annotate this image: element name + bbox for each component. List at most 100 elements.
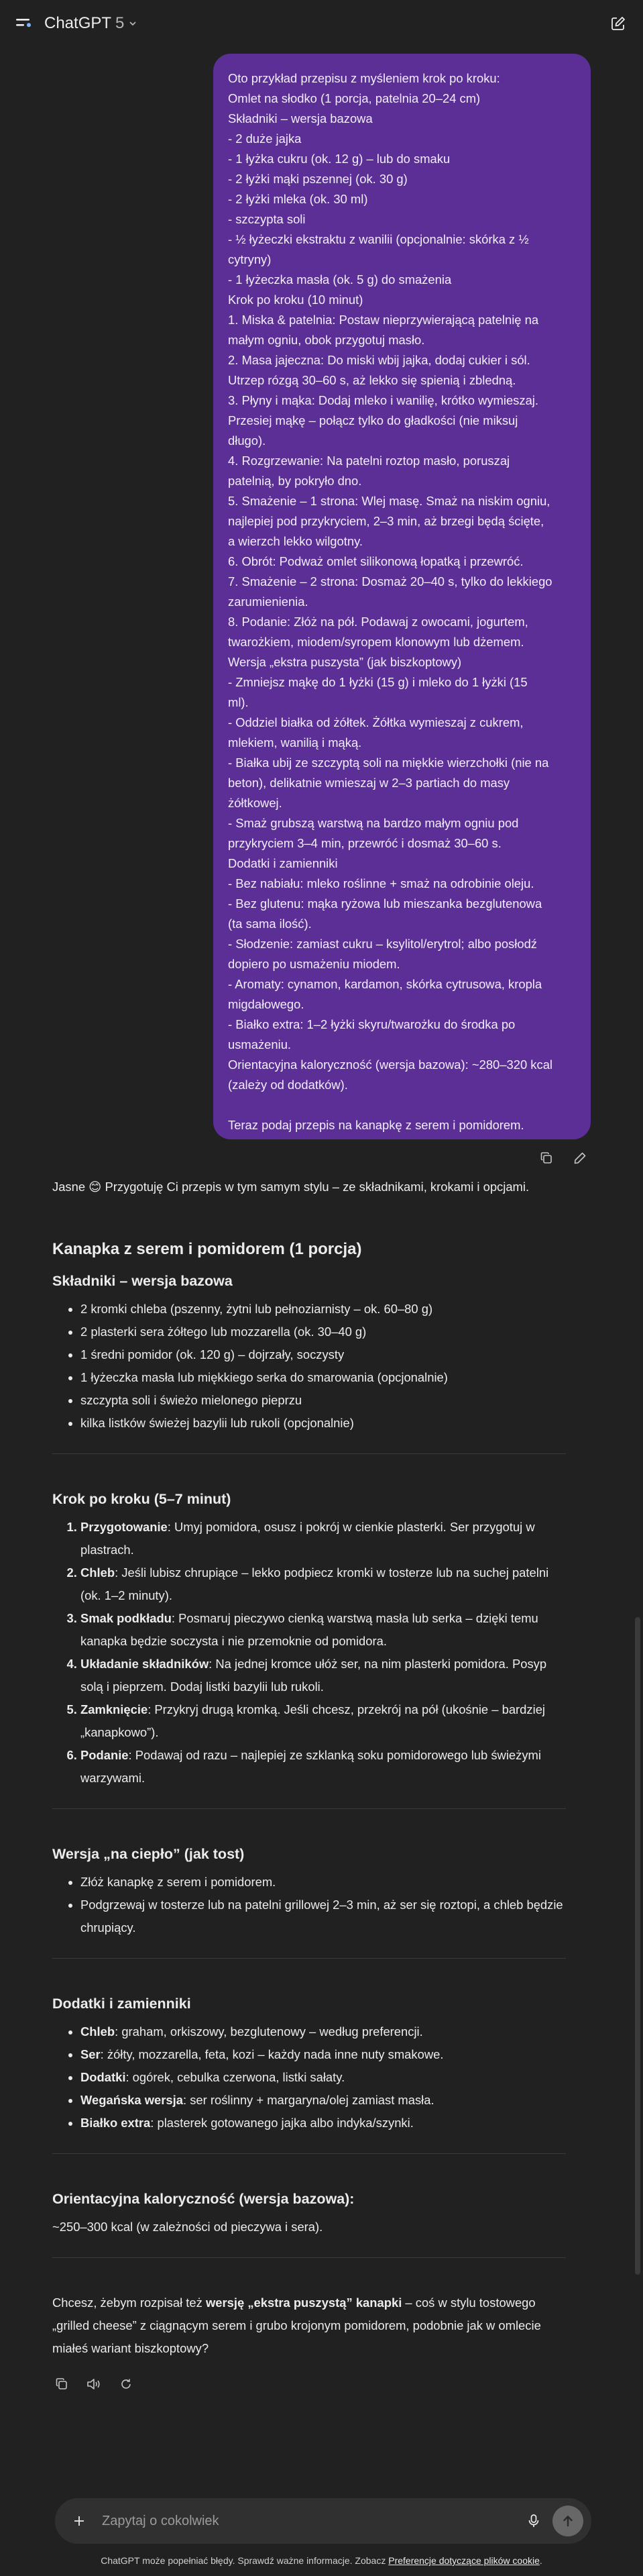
prompt-input[interactable] <box>101 2512 522 2530</box>
step-text: : Jeśli lubisz chrupiące – lekko podpiec… <box>80 1565 549 1602</box>
user-message-line: - 1 łyżeczka masła (ok. 5 g) do smażenia <box>228 272 452 287</box>
user-message-line: Oto przykład przepisu z myśleniem krok p… <box>228 71 500 85</box>
extra-label: Chleb <box>80 2024 115 2039</box>
user-message-line: patelnią, by pokryło dno. <box>228 474 362 488</box>
list-item: szczypta soli i świeżo mielonego pieprzu <box>80 1389 566 1412</box>
scrollbar[interactable] <box>635 47 640 2503</box>
list-item: Wegańska wersja: ser roślinny + margaryn… <box>80 2089 566 2112</box>
list-item: 2 kromki chleba (pszenny, żytni lub pełn… <box>80 1298 566 1321</box>
disclaimer-end: . <box>539 2555 542 2566</box>
divider <box>52 1808 566 1809</box>
followup-text: Chcesz, żebym rozpisał też <box>52 2296 206 2310</box>
user-message-line: cytryny) <box>228 252 272 266</box>
divider <box>52 2257 566 2258</box>
add-attachment-icon[interactable] <box>68 2510 90 2532</box>
user-message-line: - Zmniejsz mąkę do 1 łyżki (15 g) i mlek… <box>228 675 528 689</box>
ingredients-list: 2 kromki chleba (pszenny, żytni lub pełn… <box>52 1298 566 1435</box>
list-item: Podanie: Podawaj od razu – najlepiej ze … <box>80 1744 566 1790</box>
user-message-line: - Białka ubij ze szczyptą soli na miękki… <box>228 756 549 770</box>
copy-icon[interactable] <box>537 1149 556 1168</box>
extras-list: Chleb: graham, orkiszowy, bezglutenowy –… <box>52 2020 566 2134</box>
user-message-line: 7. Smażenie – 2 strona: Dosmaż 20–40 s, … <box>228 574 552 588</box>
top-bar: ChatGPT 5 <box>0 0 643 47</box>
user-message-line: przykryciem 3–4 min, przewróć i dosmaż 3… <box>228 836 502 850</box>
user-message-actions <box>537 1149 589 1168</box>
divider <box>52 1958 566 1959</box>
user-message-line: - szczypta soli <box>228 212 306 226</box>
step-label: Smak podkładu <box>80 1611 172 1625</box>
ingredients-heading: Składniki – wersja bazowa <box>52 1273 233 1289</box>
list-item: Przygotowanie: Umyj pomidora, osusz i po… <box>80 1516 566 1561</box>
list-item: 2 plasterki sera żółtego lub mozzarella … <box>80 1321 566 1343</box>
user-message-line: mlekiem, wanilią i mąką. <box>228 735 362 750</box>
list-item: Białko extra: plasterek gotowanego jajka… <box>80 2112 566 2134</box>
sidebar-menu-icon[interactable] <box>12 12 35 35</box>
recipe-title: Kanapka z serem i pomidorem (1 porcja) <box>52 1240 362 1258</box>
list-item: Chleb: graham, orkiszowy, bezglutenowy –… <box>80 2020 566 2043</box>
extra-label: Dodatki <box>80 2070 126 2084</box>
user-message-line: Dodatki i zamienniki <box>228 856 338 870</box>
divider <box>52 1453 566 1454</box>
user-message-line: Orientacyjna kaloryczność (wersja bazowa… <box>228 1058 553 1072</box>
user-message-line: 2. Masa jajeczna: Do miski wbij jajka, d… <box>228 353 530 367</box>
user-message-line: - Oddziel białka od żółtek. Żółtka wymie… <box>228 715 524 729</box>
user-message-line: - 2 duże jajka <box>228 132 302 146</box>
step-label: Podanie <box>80 1748 129 1762</box>
user-message-line: - 1 łyżka cukru (ok. 12 g) – lub do smak… <box>228 152 451 166</box>
list-item: Smak podkładu: Posmaruj pieczywo cienką … <box>80 1607 566 1653</box>
calories-heading: Orientacyjna kaloryczność (wersja bazowa… <box>52 2191 355 2207</box>
user-message-line: - ½ łyżeczki ekstraktu z wanilii (opcjon… <box>228 232 529 246</box>
extra-text: : żółty, mozzarella, feta, kozi – każdy … <box>100 2047 444 2061</box>
user-message-line: małym ogniu, obok przygotuj masło. <box>228 333 425 347</box>
user-message-line: - Bez nabiału: mleko roślinne + smaż na … <box>228 876 534 890</box>
model-version: 5 <box>115 14 125 32</box>
extra-label: Ser <box>80 2047 101 2061</box>
list-item: Złóż kanapkę z serem i pomidorem. <box>80 1871 566 1894</box>
user-message-line: Krok po kroku (10 minut) <box>228 293 363 307</box>
followup-bold: wersję „ekstra puszystą” kanapki <box>205 2296 402 2310</box>
user-message-line: 3. Płyny i mąka: Dodaj mleko i wanilię, … <box>228 393 538 407</box>
model-selector[interactable]: ChatGPT 5 <box>44 14 137 33</box>
user-message-line: - Smaż grubszą warstwą na bardzo małym o… <box>228 816 519 830</box>
user-message-line: (ta sama ilość). <box>228 917 312 931</box>
assistant-message-actions <box>52 2375 566 2393</box>
cookie-preferences-link[interactable]: Preferencje dotyczące plików cookie <box>388 2555 540 2566</box>
followup-question: Chcesz, żebym rozpisał też wersję „ekstr… <box>52 2291 566 2360</box>
user-message-line: Przesiej mąkę – połącz tylko do gładkośc… <box>228 413 518 427</box>
scrollbar-thumb[interactable] <box>635 1617 640 2275</box>
list-item: Układanie składników: Na jednej kromce u… <box>80 1653 566 1698</box>
list-item: 1 średni pomidor (ok. 120 g) – dojrzały,… <box>80 1343 566 1366</box>
voice-mode-button[interactable] <box>552 2506 583 2536</box>
edit-pencil-icon[interactable] <box>571 1149 589 1168</box>
user-message-bubble: Oto przykład przepisu z myśleniem krok p… <box>213 54 591 1139</box>
message-composer <box>55 2498 591 2544</box>
step-label: Zamknięcie <box>80 1702 148 1716</box>
copy-icon[interactable] <box>52 2375 71 2393</box>
list-item: Chleb: Jeśli lubisz chrupiące – lekko po… <box>80 1561 566 1607</box>
user-message-line <box>228 1095 575 1115</box>
extra-text: : plasterek gotowanego jajka albo indyka… <box>150 2116 414 2130</box>
user-message-line: Teraz podaj przepis na kanapkę z serem i… <box>228 1118 524 1132</box>
regenerate-icon[interactable] <box>117 2375 135 2393</box>
list-item: Podgrzewaj w tosterze lub na patelni gri… <box>80 1894 566 1939</box>
chevron-down-icon <box>129 21 137 26</box>
new-chat-icon[interactable] <box>607 12 630 35</box>
user-message-line: Składniki – wersja bazowa <box>228 111 373 125</box>
steps-list: Przygotowanie: Umyj pomidora, osusz i po… <box>52 1516 566 1790</box>
answer-intro: Jasne 😊 Przygotuję Ci przepis w tym samy… <box>52 1180 530 1194</box>
assistant-message: Jasne 😊 Przygotuję Ci przepis w tym samy… <box>52 1176 566 2393</box>
user-message-line: (zależy od dodatków). <box>228 1078 348 1092</box>
user-message-line: migdałowego. <box>228 997 304 1011</box>
user-message-line: 1. Miska & patelnia: Postaw nieprzywiera… <box>228 313 539 327</box>
microphone-icon[interactable] <box>522 2509 546 2533</box>
step-text: : Podawaj od razu – najlepiej ze szklank… <box>80 1748 541 1785</box>
list-item: Ser: żółty, mozzarella, feta, kozi – każ… <box>80 2043 566 2066</box>
step-label: Układanie składników <box>80 1657 209 1671</box>
user-message-line: 6. Obrót: Podważ omlet silikonową łopatk… <box>228 554 524 568</box>
step-label: Przygotowanie <box>80 1520 168 1534</box>
disclaimer-text: ChatGPT może popełniać błędy. Sprawdź wa… <box>101 2555 389 2566</box>
user-message-line: - Aromaty: cynamon, kardamon, skórka cyt… <box>228 977 542 991</box>
read-aloud-icon[interactable] <box>84 2375 103 2393</box>
steps-heading: Krok po kroku (5–7 minut) <box>52 1491 231 1507</box>
arrow-up-icon <box>563 2515 573 2527</box>
